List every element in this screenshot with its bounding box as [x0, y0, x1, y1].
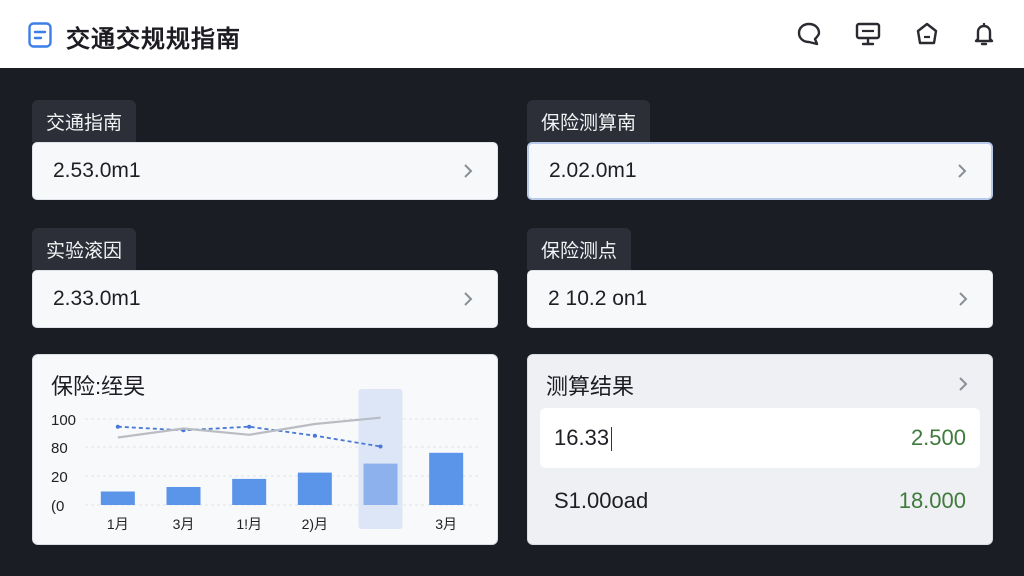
line-point [115, 424, 120, 429]
result-row[interactable]: S1.00oad 18.000 [540, 471, 980, 531]
field-label-insurance-point: 保险测点 [527, 228, 632, 270]
bar [429, 452, 464, 505]
text-caret [611, 427, 613, 452]
field-value: 2.02.0m1 [549, 159, 637, 182]
x-tick-label: 3月 [173, 516, 195, 532]
chevron-right-icon [464, 164, 473, 178]
bar [166, 487, 201, 505]
line-point [312, 433, 317, 438]
monitor-icon[interactable] [854, 20, 882, 48]
x-tick-label: 1!月 [236, 516, 262, 532]
field-value: 2.53.0m1 [53, 159, 141, 182]
document-icon [28, 22, 52, 48]
home-icon[interactable] [913, 20, 941, 48]
bar [297, 472, 332, 505]
chevron-right-icon [959, 292, 968, 306]
field-label-insurance-calc: 保险测算南 [527, 100, 651, 142]
highlight-band [358, 389, 403, 529]
field-traffic-guide[interactable]: 2.53.0m1 [32, 142, 498, 200]
bar [232, 478, 267, 505]
chat-icon[interactable] [795, 20, 823, 48]
field-label-traffic-guide: 交通指南 [32, 100, 137, 142]
chevron-right-icon[interactable] [956, 375, 970, 393]
x-tick-label: 2)月 [302, 516, 328, 532]
series-line [117, 425, 381, 448]
x-tick-label: 1月 [107, 516, 129, 532]
bell-icon[interactable] [970, 20, 998, 48]
y-tick-label: 100 [51, 412, 76, 429]
chevron-right-icon [958, 164, 967, 178]
field-value: 2 10.2 on1 [548, 287, 648, 310]
field-experiment[interactable]: 2.33.0m1 [32, 270, 498, 328]
top-bar: 交通交规规指南 [0, 0, 1024, 68]
result-label: S1.00oad [554, 488, 649, 513]
line-point [378, 444, 383, 449]
field-value: 2.33.0m1 [53, 287, 141, 310]
field-insurance-point[interactable]: 2 10.2 on1 [527, 270, 993, 328]
y-tick-label: (0 [51, 498, 64, 515]
field-label-experiment: 实验滚因 [32, 228, 137, 270]
result-value: 2.500 [910, 425, 966, 450]
result-value: 18.000 [898, 488, 966, 513]
results-panel: 测算结果 16.33 2.500 S1.00oad 18.000 [527, 354, 993, 545]
bar-chart: 100 80 20 (0 1月 3月 1!月 2)月 3月 [51, 389, 479, 532]
chevron-right-icon [464, 292, 473, 306]
y-tick-label: 20 [51, 469, 68, 486]
app-title: 交通交规规指南 [66, 26, 241, 53]
field-insurance-calc[interactable]: 2.02.0m1 [527, 142, 993, 200]
results-title: 测算结果 [546, 374, 635, 399]
line-point [247, 424, 252, 429]
x-tick-label: 3月 [435, 516, 457, 532]
chart-panel: 保险:绖旲 100 80 20 (0 1月 3月 1!月 2)月 3月 [32, 354, 498, 545]
result-label: 16.33 [554, 424, 610, 450]
bar [363, 463, 398, 505]
bar [100, 491, 135, 505]
y-tick-label: 80 [51, 440, 68, 457]
result-row[interactable]: 16.33 2.500 [540, 408, 980, 468]
